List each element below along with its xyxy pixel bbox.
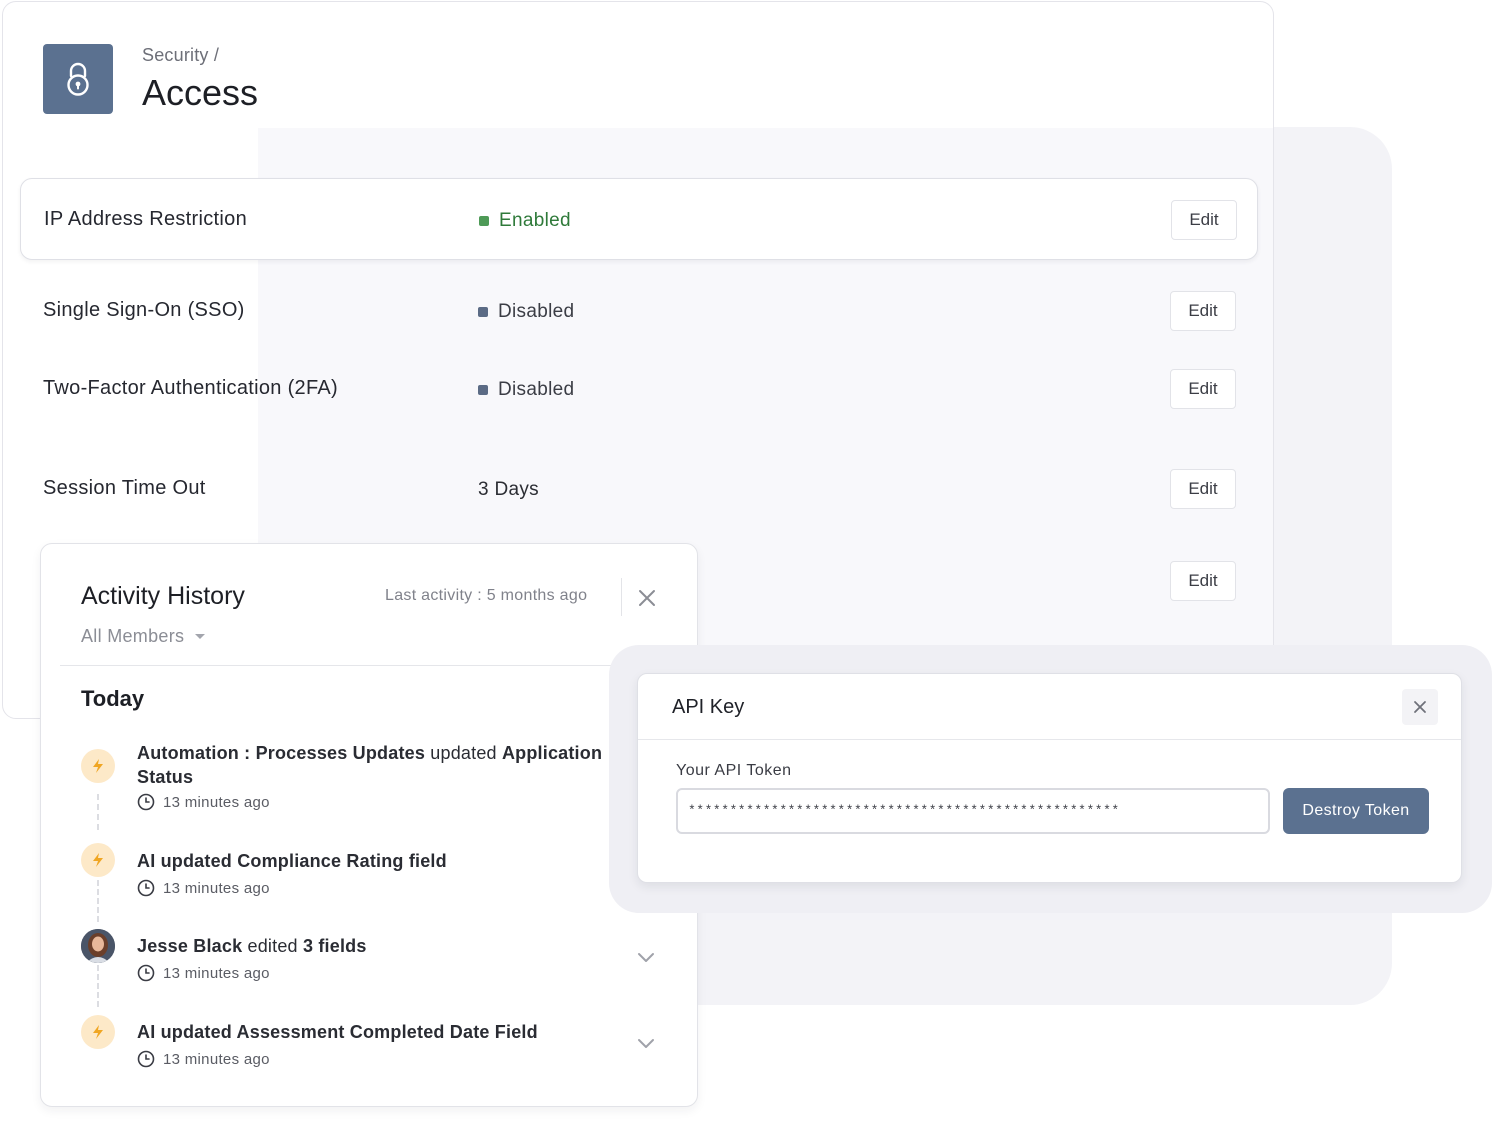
status-text: Disabled: [498, 301, 575, 322]
close-icon[interactable]: [635, 586, 659, 610]
api-token-label: Your API Token: [676, 762, 792, 779]
setting-label: Two-Factor Authentication (2FA): [43, 377, 338, 399]
activity-history-panel: Activity History Last activity : 5 month…: [40, 543, 698, 1107]
setting-label: Single Sign-On (SSO): [43, 299, 245, 321]
edit-sso-button[interactable]: Edit: [1170, 291, 1236, 331]
bolt-icon: [81, 749, 115, 783]
divider: [638, 739, 1461, 740]
timeline-connector: [97, 794, 99, 830]
bolt-icon: [81, 1015, 115, 1049]
activity-item-text: AI updated Compliance Rating field: [137, 851, 447, 871]
setting-row-ip-restriction: IP Address Restriction Enabled Edit: [20, 178, 1258, 260]
page-title: Access: [142, 72, 259, 113]
session-timeout-value: 3 Days: [478, 479, 539, 500]
clock-icon: [137, 879, 155, 897]
close-button[interactable]: [1402, 689, 1438, 725]
activity-timestamp: 13 minutes ago: [137, 964, 270, 982]
activity-title: Activity History: [81, 582, 245, 610]
divider: [621, 578, 622, 616]
activity-timestamp: 13 minutes ago: [137, 793, 270, 811]
breadcrumb[interactable]: Security /: [142, 45, 219, 66]
clock-icon: [137, 793, 155, 811]
activity-item-text: Jesse Black edited 3 fields: [137, 936, 367, 956]
lock-icon: [43, 44, 113, 114]
edit-ip-restriction-button[interactable]: Edit: [1171, 200, 1237, 240]
status-dot: [479, 216, 489, 226]
setting-label: Session Time Out: [43, 477, 206, 499]
bolt-icon: [81, 843, 115, 877]
status-badge: Enabled: [479, 210, 571, 232]
edit-button[interactable]: Edit: [1170, 561, 1236, 601]
chevron-down-icon[interactable]: [635, 1032, 657, 1054]
avatar[interactable]: [81, 929, 115, 963]
caret-down-icon: [195, 633, 206, 639]
api-key-dialog: API Key Your API Token *****************…: [637, 673, 1462, 883]
status-badge: Disabled: [478, 301, 574, 323]
clock-icon: [137, 964, 155, 982]
status-text: Enabled: [499, 210, 571, 231]
filter-label: All Members: [81, 626, 185, 646]
chevron-down-icon[interactable]: [635, 946, 657, 968]
activity-item-text: Automation : Processes Updates updated A…: [137, 743, 603, 787]
close-icon: [1414, 701, 1426, 713]
setting-label: IP Address Restriction: [44, 208, 247, 230]
setting-row-sso: Single Sign-On (SSO) Disabled Edit: [20, 270, 1258, 352]
clock-icon: [137, 1050, 155, 1068]
activity-timestamp: 13 minutes ago: [137, 1050, 270, 1068]
status-dot: [478, 385, 488, 395]
setting-row-session-timeout: Session Time Out 3 Days Edit: [20, 448, 1258, 530]
setting-row-2fa: Two-Factor Authentication (2FA) Disabled…: [20, 348, 1258, 430]
status-text: Disabled: [498, 379, 575, 400]
activity-item-text: AI updated Assessment Completed Date Fie…: [137, 1022, 538, 1042]
edit-2fa-button[interactable]: Edit: [1170, 369, 1236, 409]
status-dot: [478, 307, 488, 317]
timeline-connector: [97, 965, 99, 1007]
activity-timestamp: 13 minutes ago: [137, 879, 270, 897]
last-activity-text: Last activity : 5 months ago: [385, 587, 588, 604]
members-filter-dropdown[interactable]: All Members: [81, 626, 206, 647]
timeline-connector: [97, 880, 99, 922]
status-badge: Disabled: [478, 379, 574, 401]
dialog-title: API Key: [672, 696, 745, 718]
divider: [60, 665, 680, 666]
api-token-field[interactable]: ****************************************…: [676, 788, 1270, 834]
destroy-token-button[interactable]: Destroy Token: [1283, 788, 1429, 834]
edit-session-timeout-button[interactable]: Edit: [1170, 469, 1236, 509]
section-heading-today: Today: [81, 686, 145, 711]
